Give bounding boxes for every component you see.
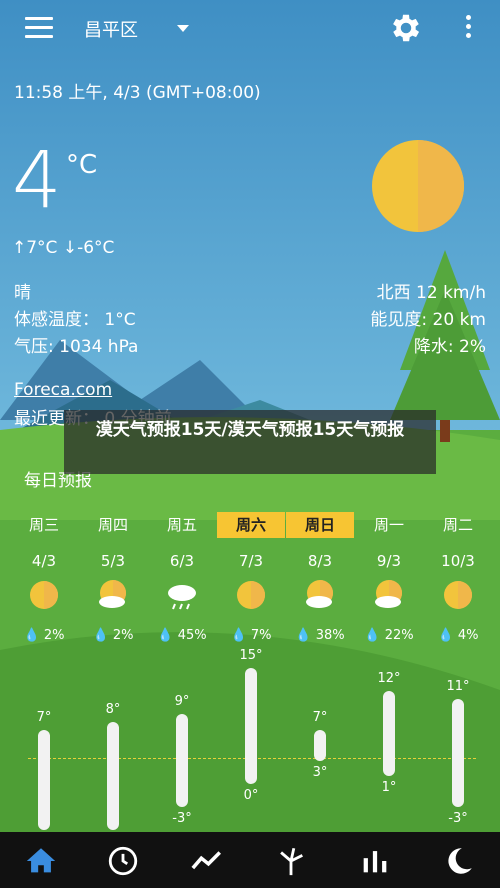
sun-icon — [372, 140, 464, 232]
rain-cloud-icon — [168, 585, 196, 610]
rain-chance-value: 7% — [250, 628, 272, 643]
wind: 北西 12 km/h — [376, 283, 486, 303]
rain-chance-value: 2% — [43, 628, 65, 643]
rain-chance-value: 22% — [384, 628, 414, 643]
sun-icon — [30, 581, 58, 609]
more-options-icon[interactable] — [464, 15, 472, 41]
day-date: 8/3 — [307, 552, 333, 570]
temperature-unit: °C — [66, 150, 98, 180]
rain-chance: 💧 7% — [230, 628, 272, 643]
feels-like: 体感温度： 1°C — [14, 310, 136, 330]
temperature-bar — [107, 722, 119, 830]
rain-chance-value: 2% — [112, 628, 134, 643]
rain-chance: 💧 2% — [92, 628, 134, 643]
bottom-navigation — [0, 832, 500, 888]
day-date: 6/3 — [169, 552, 195, 570]
low-temperature-label: 1° — [381, 780, 397, 795]
rain-chance-value: 4% — [457, 628, 479, 643]
menu-icon[interactable] — [25, 17, 53, 39]
day-column[interactable]: 周日 8/3 💧 38% — [286, 512, 354, 643]
temperature-bar — [383, 691, 395, 776]
day-date: 10/3 — [441, 552, 475, 570]
partly-cloudy-icon — [99, 580, 126, 608]
temperature-bar — [314, 729, 326, 761]
gear-icon[interactable] — [388, 10, 424, 46]
rain-chance: 💧 4% — [437, 628, 479, 643]
rain-chance-value: 38% — [315, 628, 345, 643]
chevron-down-icon[interactable] — [177, 25, 189, 32]
rain-chance: 💧 2% — [23, 628, 65, 643]
rain-chance: 💧 22% — [364, 628, 414, 643]
day-column[interactable]: 周三 4/3 💧 2% — [10, 512, 78, 643]
wind-turbine-icon[interactable] — [274, 844, 308, 878]
day-date: 9/3 — [376, 552, 402, 570]
day-name: 周二 — [442, 516, 473, 534]
graph-icon[interactable] — [190, 844, 224, 878]
day-column[interactable]: 周四 5/3 💧 2% — [79, 512, 147, 643]
day-date: 5/3 — [100, 552, 126, 570]
day-name: 周六 — [217, 512, 285, 538]
weather-condition: 晴 — [14, 283, 31, 303]
temperature-bar — [38, 729, 50, 830]
day-date: 7/3 — [238, 552, 264, 570]
top-bar: 昌平区 — [0, 0, 500, 56]
day-name: 周日 — [286, 512, 354, 538]
partly-cloudy-icon — [306, 580, 333, 608]
bars-icon[interactable] — [358, 844, 392, 878]
precipitation: 降水: 2% — [413, 337, 486, 357]
day-name: 周三 — [28, 516, 59, 534]
temperature-bar — [452, 698, 464, 807]
day-name: 周四 — [97, 516, 128, 534]
low-temperature-label: -3° — [448, 810, 468, 826]
temperature-bar — [176, 714, 188, 807]
low-temperature-label: -3° — [172, 810, 192, 826]
location-label[interactable]: 昌平区 — [84, 16, 138, 42]
day-name: 周一 — [373, 516, 404, 534]
low-temperature-label: 3° — [312, 764, 328, 780]
low-temperature-label: 0° — [243, 787, 259, 803]
high-temperature-label: 7° — [312, 709, 328, 725]
foreca-link[interactable]: Foreca.com — [14, 380, 112, 400]
high-temperature-label: 8° — [105, 702, 121, 717]
rain-chance: 💧 38% — [295, 628, 345, 643]
moon-icon[interactable] — [442, 844, 476, 878]
sun-icon — [237, 581, 265, 609]
overlay-banner: 漠天气预报15天/漠天气预报15天气预报 — [64, 410, 436, 474]
high-temperature-label: 7° — [36, 709, 52, 725]
datetime: 11:58 上午, 4/3 (GMT+08:00) — [14, 83, 261, 103]
sun-icon — [444, 581, 472, 609]
visibility: 能见度: 20 km — [370, 310, 486, 330]
high-temperature-label: 12° — [377, 671, 401, 687]
high-temperature-label: 15° — [239, 648, 263, 663]
day-column[interactable]: 周六 7/3 💧 7% — [217, 512, 285, 643]
temperature-bar — [245, 668, 257, 784]
clock-icon[interactable] — [106, 844, 140, 878]
partly-cloudy-icon — [375, 580, 402, 608]
current-temperature: 4 — [12, 136, 62, 226]
high-temperature-label: 11° — [446, 678, 470, 694]
home-icon[interactable] — [24, 844, 58, 878]
rain-chance-value: 45% — [177, 628, 207, 643]
day-column[interactable]: 周二 10/3 💧 4% — [424, 512, 492, 643]
day-column[interactable]: 周一 9/3 💧 22% — [355, 512, 423, 643]
pressure: 气压: 1034 hPa — [14, 337, 139, 357]
high-temperature-label: 9° — [174, 694, 190, 710]
day-column[interactable]: 周五 6/3 💧 45% — [148, 512, 216, 643]
hi-lo-temperature: ↑7°C ↓-6°C — [12, 238, 115, 258]
day-date: 4/3 — [31, 552, 57, 570]
day-name: 周五 — [166, 516, 197, 534]
rain-chance: 💧 45% — [157, 628, 207, 643]
